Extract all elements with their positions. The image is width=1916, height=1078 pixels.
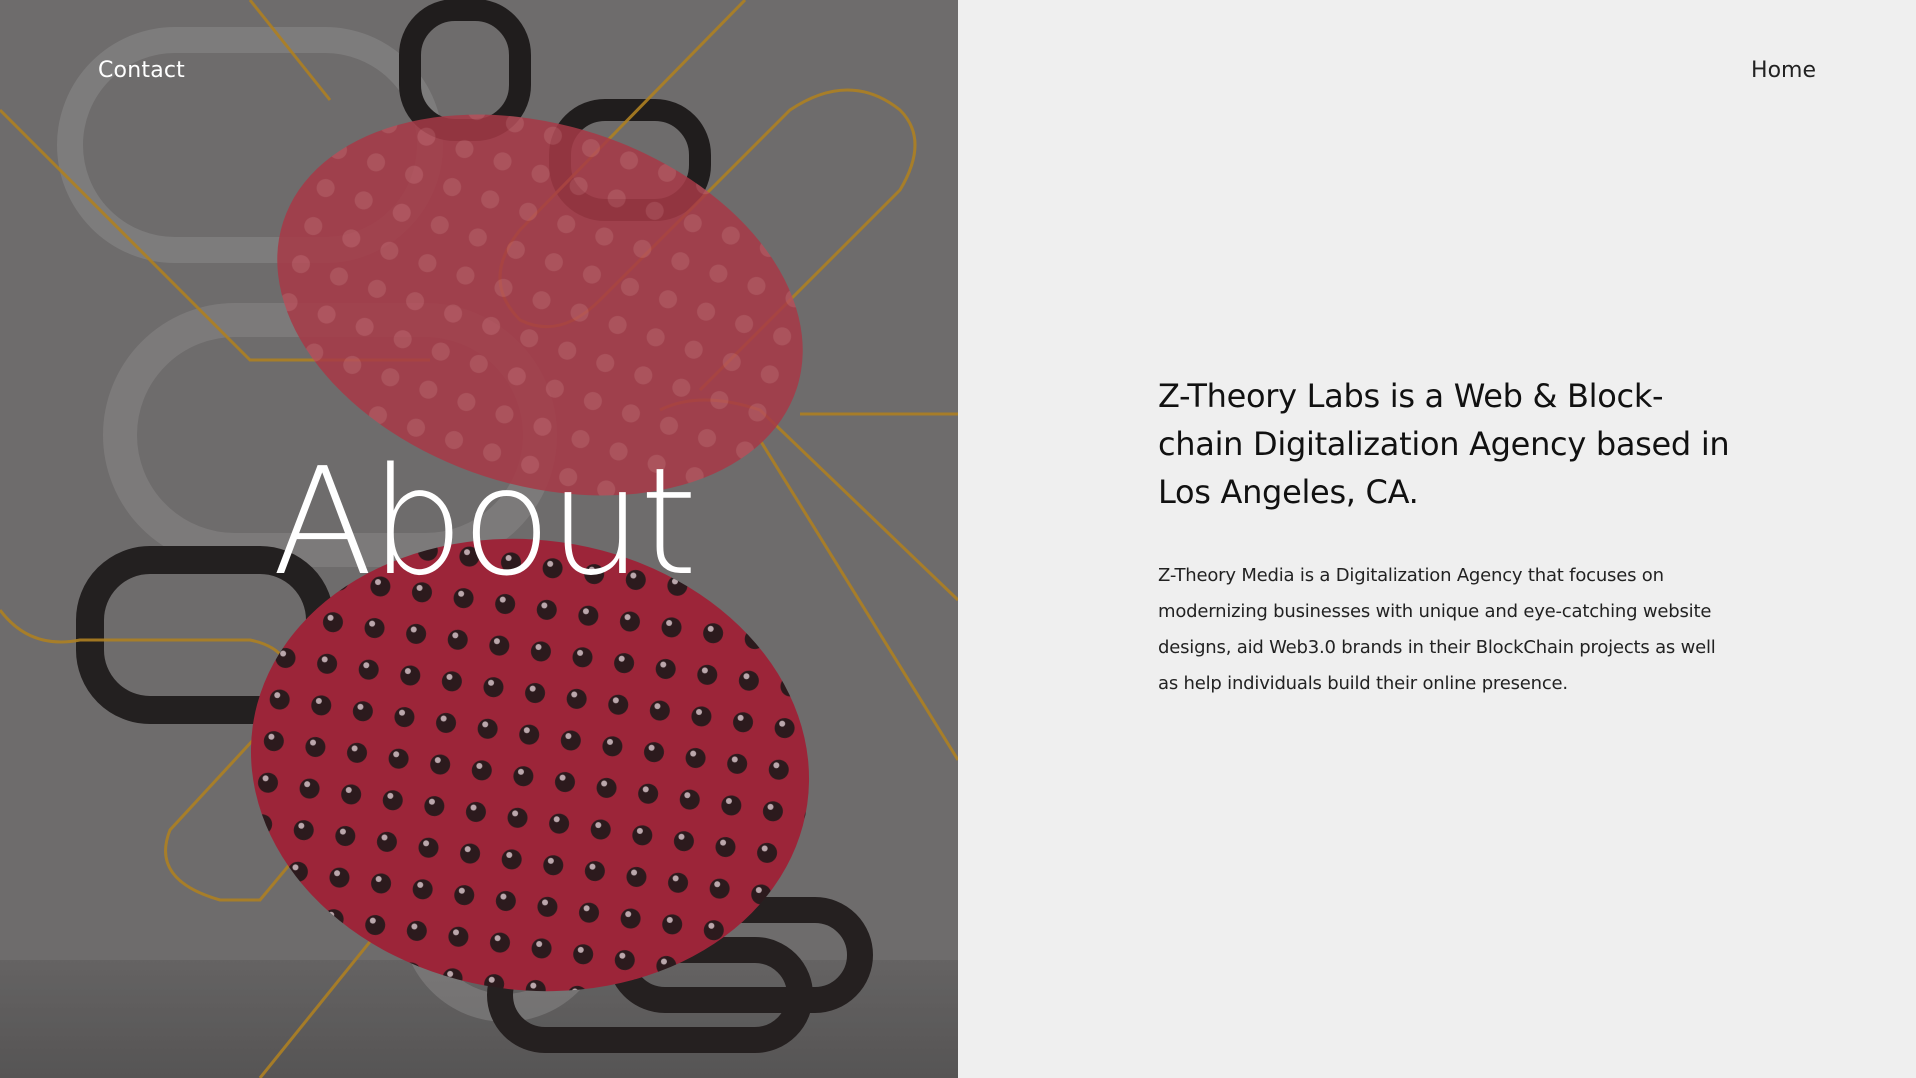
about-description: Z-Theory Media is a Digitalization Agenc… [1158, 565, 1716, 694]
home-link[interactable]: Home [1751, 58, 1816, 83]
contact-link[interactable]: Contact [98, 58, 185, 83]
hero-panel: Contact About [0, 0, 958, 1078]
page-title: About [272, 436, 698, 608]
about-panel: Home Z-Theory Labs is a Web & Block-chai… [958, 0, 1916, 1078]
about-headline: Z-Theory Labs is a Web & Block-chain Dig… [1158, 377, 1730, 511]
